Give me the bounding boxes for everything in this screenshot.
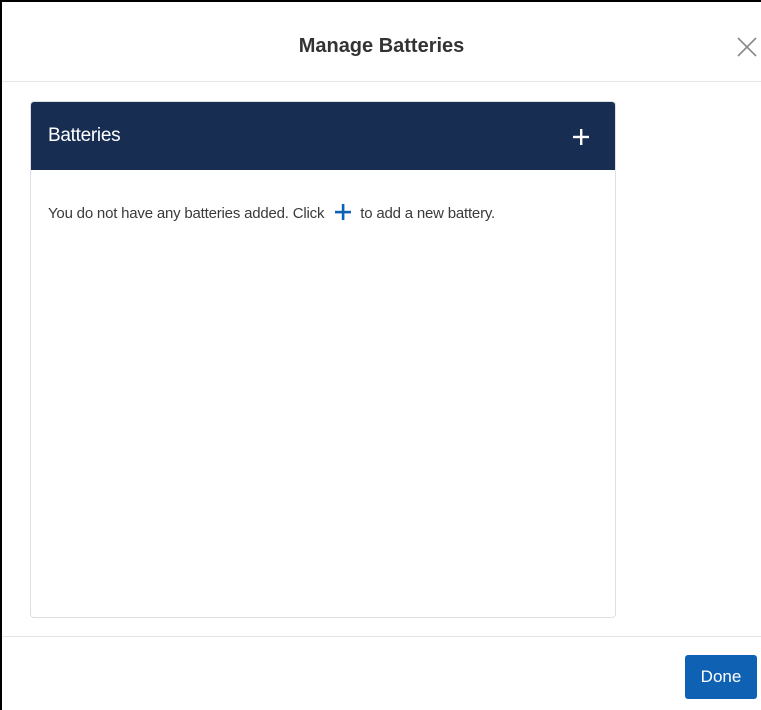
- footer-divider: [2, 636, 761, 637]
- close-icon[interactable]: [735, 35, 759, 59]
- batteries-panel: Batteries You do not have any batteries …: [30, 101, 616, 618]
- batteries-panel-header: Batteries: [31, 102, 615, 170]
- empty-message-after: to add a new battery.: [360, 205, 496, 222]
- empty-message-before: You do not have any batteries added. Cli…: [48, 205, 325, 222]
- manage-batteries-dialog: Manage Batteries Batteries You do not ha…: [0, 0, 761, 710]
- done-button[interactable]: Done: [685, 655, 757, 699]
- add-battery-button[interactable]: [570, 126, 592, 148]
- batteries-panel-title: Batteries: [48, 125, 121, 146]
- dialog-title: Manage Batteries: [298, 35, 465, 57]
- inline-add-battery-icon[interactable]: [334, 203, 352, 221]
- dialog-header: Manage Batteries: [2, 2, 761, 82]
- empty-state-message: You do not have any batteries added. Cli…: [48, 203, 495, 224]
- plus-icon: [573, 129, 589, 145]
